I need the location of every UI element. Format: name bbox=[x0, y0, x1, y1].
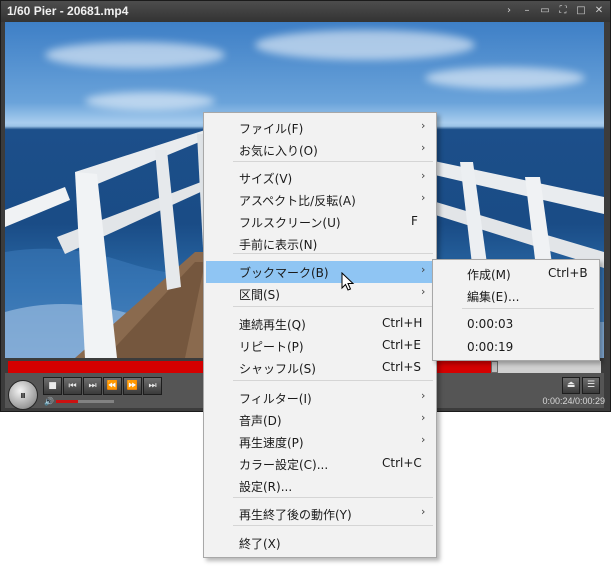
menu-item[interactable]: リピート(P) Ctrl+E bbox=[206, 335, 434, 357]
menu-item-label: 再生速度(P) bbox=[239, 436, 304, 450]
menu-item-shortcut: Ctrl+E bbox=[382, 338, 421, 352]
expand-icon[interactable]: › bbox=[502, 4, 516, 18]
menu-separator bbox=[233, 380, 433, 381]
menu-item[interactable]: お気に入り(O) › bbox=[206, 139, 434, 161]
bookmark-entry[interactable]: 0:00:19 bbox=[435, 337, 597, 359]
menu-item-label: ファイル(F) bbox=[239, 122, 304, 136]
menu-item[interactable]: アスペクト比/反転(A) › bbox=[206, 189, 434, 211]
fast-forward-button[interactable]: ⏩ bbox=[123, 377, 142, 395]
menu-item-label: お気に入り(O) bbox=[239, 144, 318, 158]
time-display: 0:00:24/0:00:29 bbox=[542, 396, 605, 406]
menu-separator bbox=[233, 306, 433, 307]
bookmark-submenu: 作成(M) Ctrl+B 編集(E)... 0:00:03 0:00:19 bbox=[432, 259, 600, 361]
context-menu: ファイル(F) › お気に入り(O) › サイズ(V) › アスペクト比/反転(A) › フルス… bbox=[203, 112, 437, 558]
submenu-item-label: 0:00:03 bbox=[467, 317, 514, 331]
seek-thumb[interactable] bbox=[491, 361, 498, 373]
rewind-button[interactable]: ⏪ bbox=[103, 377, 122, 395]
restore-icon[interactable]: ▭ bbox=[538, 4, 552, 18]
eject-button[interactable]: ⏏ bbox=[562, 377, 580, 394]
title-bar[interactable]: 1/60 Pier - 20681.mp4 › – ▭ ⛶ □ ✕ bbox=[1, 1, 610, 22]
menu-item[interactable]: シャッフル(S) Ctrl+S bbox=[206, 357, 434, 379]
submenu-arrow-icon: › bbox=[421, 505, 426, 518]
menu-item-label: 手前に表示(N) bbox=[239, 238, 318, 252]
submenu-arrow-icon: › bbox=[421, 119, 426, 132]
menu-item-shortcut: Ctrl+S bbox=[382, 360, 422, 374]
menu-item-label: 音声(D) bbox=[239, 414, 282, 428]
submenu-arrow-icon: › bbox=[421, 285, 426, 298]
submenu-item-label: 0:00:19 bbox=[467, 340, 514, 354]
menu-item-label: 設定(R)... bbox=[239, 480, 293, 494]
next-button[interactable]: ⏭ bbox=[83, 377, 102, 395]
menu-item-label: カラー設定(C)... bbox=[239, 458, 329, 472]
submenu-arrow-icon: › bbox=[421, 389, 426, 402]
menu-item[interactable]: 終了(X) bbox=[206, 532, 434, 554]
menu-item-label: アスペクト比/反転(A) bbox=[239, 194, 356, 208]
menu-separator bbox=[462, 308, 594, 309]
window-title: 1/60 Pier - 20681.mp4 bbox=[7, 4, 129, 18]
menu-item-label: 終了(X) bbox=[239, 537, 281, 551]
submenu-item[interactable]: 編集(E)... bbox=[435, 285, 597, 307]
menu-item-label: 区間(S) bbox=[239, 288, 280, 302]
fullscreen-icon[interactable]: ⛶ bbox=[556, 4, 570, 18]
menu-item-label: フルスクリーン(U) bbox=[239, 216, 341, 230]
bookmark-entry[interactable]: 0:00:03 bbox=[435, 314, 597, 336]
menu-separator bbox=[233, 161, 433, 162]
submenu-item[interactable]: 作成(M) Ctrl+B bbox=[435, 263, 597, 285]
submenu-arrow-icon: › bbox=[421, 169, 426, 182]
submenu-arrow-icon: › bbox=[421, 263, 426, 276]
mouse-cursor-icon bbox=[341, 272, 355, 291]
submenu-arrow-icon: › bbox=[421, 411, 426, 424]
menu-item[interactable]: フィルター(I) › bbox=[206, 387, 434, 409]
menu-item-shortcut: F bbox=[411, 214, 418, 228]
menu-item-label: ブックマーク(B) bbox=[239, 266, 329, 280]
step-forward-button[interactable]: ⏭ bbox=[143, 377, 162, 395]
menu-item-label: サイズ(V) bbox=[239, 172, 293, 186]
menu-item[interactable]: 再生速度(P) › bbox=[206, 431, 434, 453]
previous-button[interactable]: ⏮ bbox=[63, 377, 82, 395]
volume-level bbox=[56, 400, 78, 403]
close-icon[interactable]: ✕ bbox=[592, 4, 606, 18]
stop-button[interactable]: ■ bbox=[43, 377, 62, 395]
menu-item[interactable]: 設定(R)... bbox=[206, 475, 434, 497]
menu-item-label: リピート(P) bbox=[239, 340, 304, 354]
menu-item-shortcut: Ctrl+H bbox=[382, 316, 423, 330]
submenu-arrow-icon: › bbox=[421, 191, 426, 204]
menu-item[interactable]: 手前に表示(N) bbox=[206, 233, 434, 255]
menu-item[interactable]: ファイル(F) › bbox=[206, 117, 434, 139]
pause-button[interactable]: ⏸ bbox=[8, 380, 38, 410]
menu-item-label: フィルター(I) bbox=[239, 392, 312, 406]
menu-separator bbox=[233, 525, 433, 526]
menu-separator bbox=[233, 253, 433, 254]
menu-item[interactable]: ブックマーク(B) › bbox=[206, 261, 434, 283]
minimize-icon[interactable]: – bbox=[520, 4, 534, 18]
menu-item[interactable]: 区間(S) › bbox=[206, 283, 434, 305]
menu-item-label: 連続再生(Q) bbox=[239, 318, 306, 332]
menu-item[interactable]: 音声(D) › bbox=[206, 409, 434, 431]
menu-item-label: シャッフル(S) bbox=[239, 362, 316, 376]
volume-slider[interactable] bbox=[56, 400, 114, 403]
menu-item[interactable]: カラー設定(C)... Ctrl+C bbox=[206, 453, 434, 475]
menu-item-label: 再生終了後の動作(Y) bbox=[239, 508, 352, 522]
volume-icon: 🔊 bbox=[44, 397, 54, 406]
window-controls: › – ▭ ⛶ □ ✕ bbox=[502, 4, 606, 18]
menu-item-shortcut: Ctrl+C bbox=[382, 456, 422, 470]
playlist-button[interactable]: ☰ bbox=[582, 377, 600, 394]
menu-item[interactable]: 連続再生(Q) Ctrl+H bbox=[206, 313, 434, 335]
menu-item[interactable]: フルスクリーン(U) F bbox=[206, 211, 434, 233]
submenu-arrow-icon: › bbox=[421, 141, 426, 154]
menu-item[interactable]: サイズ(V) › bbox=[206, 167, 434, 189]
menu-item[interactable]: 再生終了後の動作(Y) › bbox=[206, 503, 434, 525]
submenu-item-label: 作成(M) bbox=[467, 268, 511, 282]
submenu-item-label: 編集(E)... bbox=[467, 290, 520, 304]
menu-separator bbox=[233, 497, 433, 498]
submenu-arrow-icon: › bbox=[421, 433, 426, 446]
submenu-item-shortcut: Ctrl+B bbox=[548, 266, 588, 280]
maximize-icon[interactable]: □ bbox=[574, 4, 588, 18]
